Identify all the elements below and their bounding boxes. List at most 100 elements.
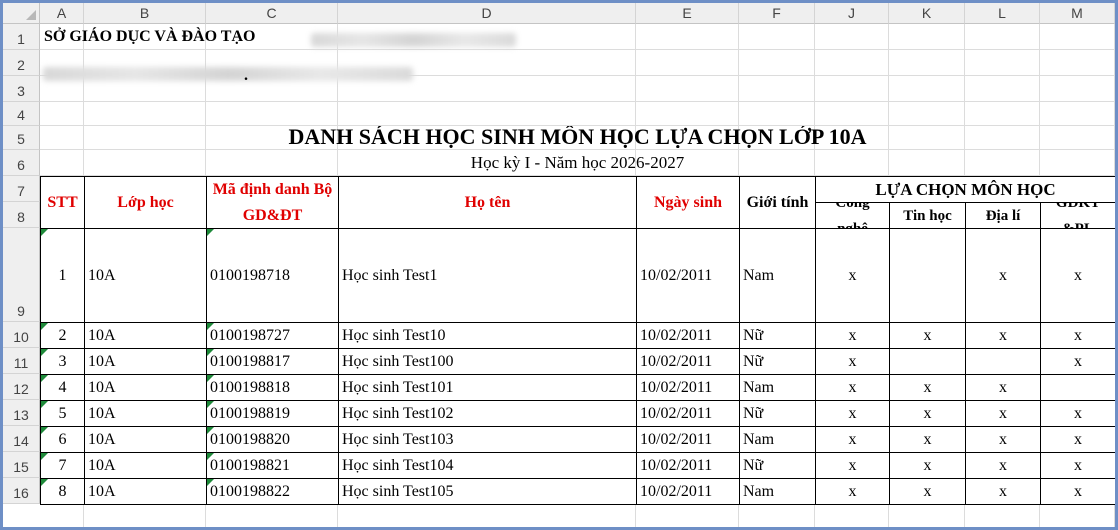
cell-gd[interactable]: x: [1040, 322, 1115, 349]
column-header-m[interactable]: M: [1040, 3, 1115, 24]
cell-th[interactable]: x: [889, 400, 966, 427]
row-header-9[interactable]: 9: [3, 228, 40, 322]
cell-dl[interactable]: x: [965, 452, 1041, 479]
cell-lop[interactable]: 10A: [84, 228, 207, 323]
cell-stt[interactable]: 1: [40, 228, 85, 323]
cell-gt[interactable]: Nữ: [739, 322, 816, 349]
cell-lop[interactable]: 10A: [84, 400, 207, 427]
cell-dl[interactable]: x: [965, 228, 1041, 323]
cell-stt[interactable]: 4: [40, 374, 85, 401]
cell-gt[interactable]: Nam: [739, 478, 816, 505]
cell-ma[interactable]: 0100198821: [206, 452, 339, 479]
row-header-7[interactable]: 7: [3, 176, 40, 202]
cell-cn[interactable]: x: [815, 426, 890, 453]
cell-cn[interactable]: x: [815, 348, 890, 375]
cell-ten[interactable]: Học sinh Test104: [338, 452, 637, 479]
cell-ns[interactable]: 10/02/2011: [636, 228, 740, 323]
cell-ma[interactable]: 0100198820: [206, 426, 339, 453]
row-header-14[interactable]: 14: [3, 426, 40, 452]
column-header-d[interactable]: D: [338, 3, 636, 24]
row-header-5[interactable]: 5: [3, 126, 40, 150]
column-header-c[interactable]: C: [206, 3, 338, 24]
cell-dl[interactable]: x: [965, 478, 1041, 505]
row-header-16[interactable]: 16: [3, 478, 40, 504]
column-header-j[interactable]: J: [815, 3, 889, 24]
cell-lop[interactable]: 10A: [84, 374, 207, 401]
column-header-k[interactable]: K: [889, 3, 965, 24]
cell-gd[interactable]: x: [1040, 426, 1115, 453]
cell-th[interactable]: x: [889, 322, 966, 349]
cell-lop[interactable]: 10A: [84, 478, 207, 505]
row-header-10[interactable]: 10: [3, 322, 40, 348]
cell-ns[interactable]: 10/02/2011: [636, 426, 740, 453]
cell-ma[interactable]: 0100198727: [206, 322, 339, 349]
cell-gt[interactable]: Nữ: [739, 452, 816, 479]
cell-ma[interactable]: 0100198819: [206, 400, 339, 427]
cell-ns[interactable]: 10/02/2011: [636, 400, 740, 427]
cell-stt[interactable]: 2: [40, 322, 85, 349]
cell-cn[interactable]: x: [815, 322, 890, 349]
cell-gd[interactable]: x: [1040, 228, 1115, 323]
row-header-4[interactable]: 4: [3, 102, 40, 126]
column-header-b[interactable]: B: [84, 3, 206, 24]
cell-ns[interactable]: 10/02/2011: [636, 452, 740, 479]
row-header-11[interactable]: 11: [3, 348, 40, 374]
row-header-2[interactable]: 2: [3, 50, 40, 76]
cell-ns[interactable]: 10/02/2011: [636, 322, 740, 349]
select-all-corner[interactable]: [3, 3, 40, 24]
cell-ten[interactable]: Học sinh Test102: [338, 400, 637, 427]
column-header-a[interactable]: A: [40, 3, 84, 24]
cell-gt[interactable]: Nam: [739, 374, 816, 401]
cell-ten[interactable]: Học sinh Test103: [338, 426, 637, 453]
cell-cn[interactable]: x: [815, 452, 890, 479]
cell-th[interactable]: x: [889, 452, 966, 479]
column-header-e[interactable]: E: [636, 3, 739, 24]
cell-ns[interactable]: 10/02/2011: [636, 348, 740, 375]
row-header-15[interactable]: 15: [3, 452, 40, 478]
cell-stt[interactable]: 5: [40, 400, 85, 427]
cell-lop[interactable]: 10A: [84, 322, 207, 349]
cell-ma[interactable]: 0100198817: [206, 348, 339, 375]
header-line-2-dot[interactable]: .: [241, 65, 253, 87]
cell-dl[interactable]: x: [965, 400, 1041, 427]
row-header-13[interactable]: 13: [3, 400, 40, 426]
cell-stt[interactable]: 6: [40, 426, 85, 453]
cell-ten[interactable]: Học sinh Test101: [338, 374, 637, 401]
cell-lop[interactable]: 10A: [84, 452, 207, 479]
cell-ten[interactable]: Học sinh Test100: [338, 348, 637, 375]
cell-gd[interactable]: x: [1040, 348, 1115, 375]
cell-gd[interactable]: x: [1040, 452, 1115, 479]
cell-th[interactable]: x: [889, 374, 966, 401]
cell-lop[interactable]: 10A: [84, 348, 207, 375]
row-header-3[interactable]: 3: [3, 76, 40, 102]
cell-gt[interactable]: Nữ: [739, 348, 816, 375]
cell-dl[interactable]: [965, 348, 1041, 375]
sheet-title[interactable]: DANH SÁCH HỌC SINH MÔN HỌC LỰA CHỌN LỚP …: [40, 126, 1115, 148]
cell-dl[interactable]: x: [965, 374, 1041, 401]
cell-gd[interactable]: [1040, 374, 1115, 401]
row-header-1[interactable]: 1: [3, 24, 40, 50]
row-header-6[interactable]: 6: [3, 150, 40, 176]
cell-ten[interactable]: Học sinh Test1: [338, 228, 637, 323]
column-header-f[interactable]: F: [739, 3, 815, 24]
header-line-1[interactable]: SỞ GIÁO DỤC VÀ ĐÀO TẠO: [41, 25, 311, 49]
cell-stt[interactable]: 3: [40, 348, 85, 375]
cell-ten[interactable]: Học sinh Test105: [338, 478, 637, 505]
cell-gd[interactable]: x: [1040, 478, 1115, 505]
cell-gt[interactable]: Nam: [739, 228, 816, 323]
cell-lop[interactable]: 10A: [84, 426, 207, 453]
cell-ma[interactable]: 0100198822: [206, 478, 339, 505]
cell-stt[interactable]: 8: [40, 478, 85, 505]
cell-th[interactable]: [889, 348, 966, 375]
sheet-subtitle[interactable]: Học kỳ I - Năm học 2026-2027: [40, 150, 1115, 176]
row-header-12[interactable]: 12: [3, 374, 40, 400]
cell-ten[interactable]: Học sinh Test10: [338, 322, 637, 349]
cell-stt[interactable]: 7: [40, 452, 85, 479]
cell-cn[interactable]: x: [815, 374, 890, 401]
cell-gt[interactable]: Nam: [739, 426, 816, 453]
cell-th[interactable]: [889, 228, 966, 323]
cell-th[interactable]: x: [889, 426, 966, 453]
cell-ma[interactable]: 0100198818: [206, 374, 339, 401]
cell-cn[interactable]: x: [815, 228, 890, 323]
cell-cn[interactable]: x: [815, 400, 890, 427]
